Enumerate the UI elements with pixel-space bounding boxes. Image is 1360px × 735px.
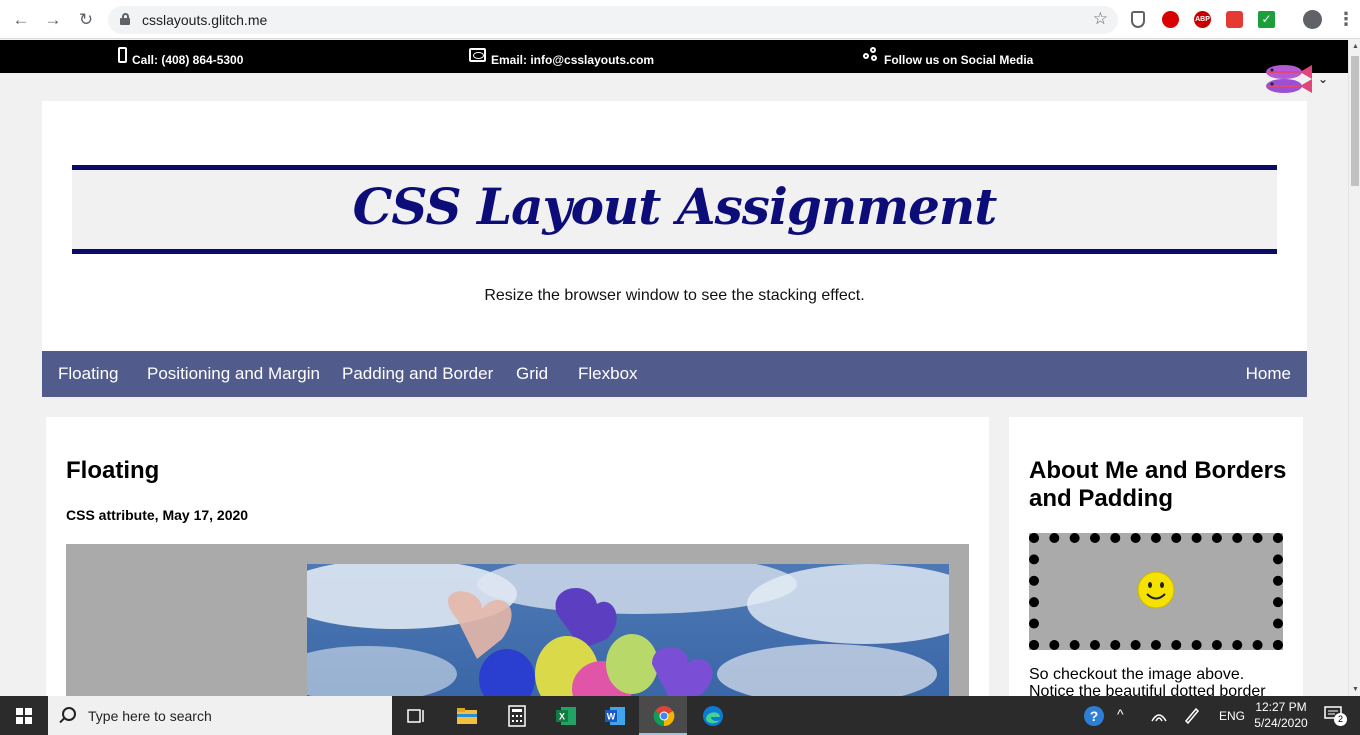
- chrome-button[interactable]: [639, 696, 687, 735]
- search-placeholder: Type here to search: [88, 708, 212, 724]
- site-header: CSS Layout Assignment Resize the browser…: [42, 101, 1307, 351]
- nav-padding-border[interactable]: Padding and Border: [342, 364, 493, 384]
- adblock-plus-icon[interactable]: ABP: [1194, 11, 1211, 28]
- svg-text:W: W: [607, 712, 616, 722]
- svg-text:X: X: [559, 712, 565, 722]
- post-meta: CSS attribute, May 17, 2020: [66, 507, 249, 523]
- notification-count: 2: [1334, 713, 1347, 726]
- share-network-icon: [863, 47, 879, 63]
- search-icon: [62, 707, 76, 721]
- excel-button[interactable]: X: [541, 696, 589, 735]
- excel-icon: X: [556, 707, 576, 725]
- profile-icon[interactable]: [1303, 10, 1322, 29]
- taskbar-clock[interactable]: 12:27 PM 5/24/2020: [1252, 699, 1310, 731]
- sidebar-title: About Me and Borders and Padding: [1029, 457, 1287, 512]
- glitch-fish-icon[interactable]: [1262, 61, 1314, 97]
- site-title: CSS Layout Assignment: [352, 177, 998, 236]
- phone-contact: Call: (408) 864-5300: [118, 47, 244, 67]
- help-icon[interactable]: ?: [1083, 705, 1105, 727]
- task-view-icon: [407, 709, 424, 723]
- windows-logo-icon: [16, 708, 32, 724]
- main-nav: Floating Positioning and Margin Padding …: [42, 351, 1307, 397]
- action-center-button[interactable]: 2: [1324, 706, 1347, 726]
- image-placeholder: [66, 544, 969, 717]
- edge-button[interactable]: [688, 696, 736, 735]
- nav-floating[interactable]: Floating: [58, 364, 118, 384]
- calculator-icon: [508, 705, 526, 727]
- start-button[interactable]: [0, 696, 48, 735]
- tagline: Resize the browser window to see the sta…: [484, 287, 865, 304]
- windows-taskbar: Type here to search X W ? ^ ENG 12:27 PM…: [0, 696, 1360, 735]
- post-title: Floating: [66, 457, 160, 484]
- calculator-button[interactable]: [492, 696, 540, 735]
- back-button[interactable]: ←: [10, 9, 32, 31]
- nav-home[interactable]: Home: [1246, 364, 1291, 384]
- checkmark-icon[interactable]: ✓: [1258, 11, 1275, 28]
- word-button[interactable]: W: [590, 696, 638, 735]
- word-icon: W: [605, 707, 625, 725]
- envelope-icon: [469, 48, 486, 62]
- forward-button[interactable]: →: [42, 9, 64, 31]
- bookmark-star-icon[interactable]: ☆: [1093, 9, 1108, 29]
- sidebar-text: So checkout the image above. Notice the …: [1029, 666, 1266, 700]
- address-bar[interactable]: csslayouts.glitch.me ☆: [108, 6, 1118, 34]
- scroll-down-icon[interactable]: ▼: [1352, 686, 1359, 693]
- browser-menu-icon[interactable]: ⋮: [1337, 9, 1355, 30]
- scroll-up-icon[interactable]: ▲: [1352, 43, 1359, 50]
- chevron-down-icon[interactable]: ⌄: [1318, 72, 1328, 86]
- sidebar: About Me and Borders and Padding So chec…: [1009, 417, 1303, 717]
- edge-icon: [703, 706, 723, 726]
- svg-text:?: ?: [1090, 708, 1099, 724]
- main-article: Floating CSS attribute, May 17, 2020: [46, 417, 989, 717]
- dotted-border-box: [1029, 533, 1283, 650]
- tray-chevron-up-icon[interactable]: ^: [1117, 706, 1124, 735]
- email-text: Email: info@csslayouts.com: [491, 53, 655, 67]
- lock-icon[interactable]: [120, 13, 130, 25]
- phone-text: Call: (408) 864-5300: [132, 53, 244, 67]
- nav-positioning-margin[interactable]: Positioning and Margin: [147, 364, 320, 384]
- pen-icon[interactable]: [1183, 706, 1201, 724]
- balloons-photo: [307, 564, 949, 717]
- contact-bar: Call: (408) 864-5300 Email: info@csslayo…: [0, 40, 1348, 73]
- task-view-button[interactable]: [392, 696, 440, 735]
- opera-icon[interactable]: [1162, 11, 1179, 28]
- reload-button[interactable]: ↻: [75, 9, 97, 31]
- honey-icon[interactable]: [1226, 11, 1243, 28]
- shield-icon[interactable]: [1131, 11, 1145, 28]
- browser-toolbar: ← → ↻ csslayouts.glitch.me ☆ ABP ✓ ⋮: [0, 0, 1360, 39]
- nav-flexbox[interactable]: Flexbox: [578, 364, 638, 384]
- scroll-thumb[interactable]: [1351, 56, 1359, 186]
- page-scrollbar[interactable]: ▲ ▼: [1348, 40, 1360, 696]
- folder-icon: [457, 708, 477, 724]
- chrome-icon: [653, 706, 675, 727]
- taskbar-search[interactable]: Type here to search: [48, 696, 392, 735]
- url-text[interactable]: csslayouts.glitch.me: [142, 12, 267, 28]
- social-contact: Follow us on Social Media: [863, 47, 1034, 67]
- nav-grid[interactable]: Grid: [516, 364, 548, 384]
- clock-time: 12:27 PM: [1255, 700, 1307, 714]
- title-band: CSS Layout Assignment: [72, 165, 1277, 254]
- clock-date: 5/24/2020: [1254, 716, 1308, 730]
- file-explorer-button[interactable]: [442, 696, 490, 735]
- social-text: Follow us on Social Media: [884, 53, 1034, 67]
- wifi-icon[interactable]: [1150, 707, 1168, 723]
- email-contact: Email: info@csslayouts.com: [469, 48, 655, 67]
- smiley-face-icon: [1137, 571, 1175, 609]
- language-indicator[interactable]: ENG: [1219, 709, 1245, 735]
- phone-icon: [118, 47, 127, 63]
